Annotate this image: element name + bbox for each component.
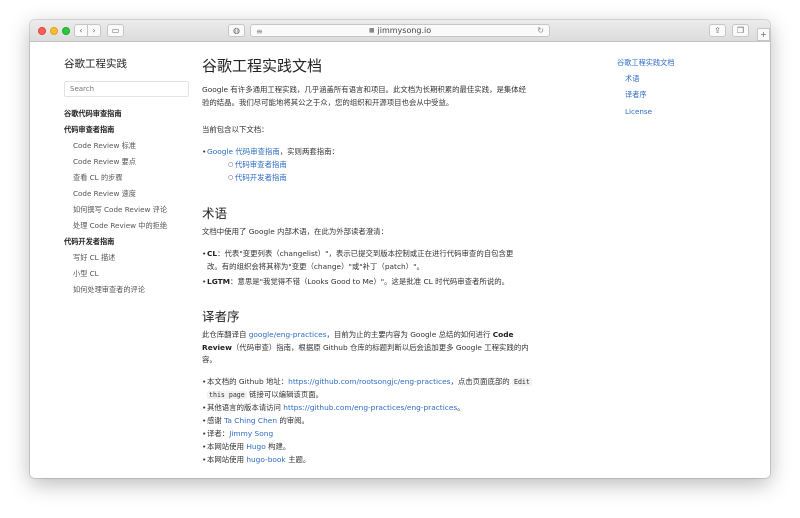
translator-bold-review: Review — [202, 342, 232, 352]
sidebar-item-developer-guide[interactable]: 代码开发者指南 — [64, 237, 114, 247]
translator-paragraph: 此仓库翻译自 google/eng-practices，目前为止的主要内容为 G… — [202, 329, 592, 367]
forward-button[interactable]: › — [87, 24, 101, 37]
address-text: jimmysong.io — [377, 26, 432, 35]
sidebar-item-pushback[interactable]: 处理 Code Review 中的拒绝 — [73, 221, 167, 231]
term-lgtm: LGTM — [207, 277, 231, 286]
toc-item-title[interactable]: 谷歌工程实践文档 — [617, 58, 675, 68]
tabs-icon: ❐ — [736, 25, 745, 35]
list-item: CL：代表"变更列表（changelist）"，表示已提交到版本控制或正在进行代… — [202, 248, 592, 273]
bullet-text: 主题。 — [285, 455, 311, 464]
search-input[interactable] — [64, 81, 189, 97]
toc-item-license[interactable]: License — [625, 107, 652, 116]
term-lgtm-text: ：意思是"我觉得不错（Looks Good to Me）"。这是批准 CL 时代… — [230, 277, 509, 286]
bullet-text: ，点击页面底部的 — [450, 377, 512, 386]
bullet-text: 的审阅。 — [277, 416, 309, 425]
bullet-text: 链接可以编辑该页面。 — [246, 389, 323, 399]
lock-icon: ■ — [368, 27, 375, 34]
github-repo-link[interactable]: https://github.com/rootsongjc/eng-practi… — [288, 377, 450, 386]
translator-bold-code: Code — [492, 330, 514, 339]
translator-heading: 译者序 — [202, 309, 240, 324]
bullet-text: 构建。 — [265, 442, 291, 451]
this-page-code: this page — [207, 390, 247, 399]
sidebar-toggle-button[interactable]: ▭ — [107, 24, 124, 37]
tabs-button[interactable]: ❐ — [732, 24, 749, 37]
bullet-text: 本网站使用 — [207, 442, 247, 451]
list-item: 感谢 Ta Ching Chen 的审阅。 — [202, 415, 592, 428]
new-tab-button[interactable]: + — [757, 28, 770, 41]
translator-text-1a: 此仓库翻译自 — [202, 330, 249, 339]
list-item: 代码开发者指南 — [228, 172, 575, 185]
hugo-book-link[interactable]: hugo-book — [246, 455, 285, 464]
page-content: 谷歌工程实践 谷歌代码审查指南 代码审查者指南 Code Review 标准 C… — [30, 42, 770, 478]
address-bar[interactable]: ≡ ■ jimmysong.io ↻ — [250, 24, 550, 37]
bullet-text: 其他语言的版本请访问 — [207, 403, 284, 412]
list-item: 本网站使用 Hugo 构建。 — [202, 441, 592, 454]
toc-item-translator[interactable]: 译者序 — [625, 90, 647, 100]
sidebar-item-small-cls[interactable]: 小型 CL — [73, 269, 99, 279]
share-button[interactable]: ⇪ — [709, 24, 726, 37]
browser-toolbar: ‹ › ▭ ◍ ≡ ■ jimmysong.io ↻ ⇪ ❐ + — [30, 20, 770, 42]
shield-icon: ◍ — [233, 25, 240, 35]
reviewer-guide-link[interactable]: 代码审查者指南 — [235, 160, 287, 169]
list-item-text: ，实则两套指南： — [279, 147, 339, 156]
edit-code: Edit — [511, 378, 532, 386]
bullet-text: 本文档的 Github 地址： — [207, 377, 289, 386]
intro-paragraph: Google 有许多通用工程实践，几乎涵盖所有语言和项目。此文档为长期积累的最佳… — [202, 84, 592, 109]
reviewer-name-link[interactable]: Ta Ching Chen — [224, 416, 277, 425]
chevron-right-icon: › — [92, 25, 96, 35]
other-languages-link[interactable]: https://github.com/eng-practices/eng-pra… — [283, 403, 457, 412]
list-item: 译者：Jimmy Song — [202, 428, 592, 441]
translator-text-2: （代码审查）指南，根据原 Github 仓库的标题判断以后会追加更多 Googl… — [231, 342, 529, 352]
term-cl: CL — [207, 249, 218, 258]
sidebar-icon: ▭ — [111, 25, 120, 35]
current-docs-text: 当前包含以下文档： — [202, 125, 269, 134]
intro-line-1: Google 有许多通用工程实践，几乎涵盖所有语言和项目。此文档为长期积累的最佳… — [202, 85, 527, 94]
bullet-text: 译者： — [207, 429, 230, 438]
sidebar-item-standard[interactable]: Code Review 标准 — [73, 141, 136, 151]
list-item: Google 代码审查指南，实则两套指南： — [202, 146, 592, 159]
reload-icon[interactable]: ↻ — [537, 26, 544, 35]
browser-window: ‹ › ▭ ◍ ≡ ■ jimmysong.io ↻ ⇪ ❐ + 谷歌工程实践 … — [30, 20, 770, 478]
sidebar-item-comments[interactable]: 如何撰写 Code Review 评论 — [73, 205, 167, 215]
share-icon: ⇪ — [714, 25, 721, 35]
close-window-button[interactable] — [38, 27, 46, 35]
reader-icon[interactable]: ≡ — [256, 27, 263, 36]
terms-intro: 文档中使用了 Google 内部术语，在此为外部读者澄清： — [202, 227, 388, 236]
bullet-text: 感谢 — [207, 416, 225, 425]
intro-line-2: 验的结晶。我们尽可能地将其公之于众，您的组织和开源项目也会从中受益。 — [202, 97, 454, 107]
bullet-text: 。 — [457, 403, 465, 412]
privacy-button[interactable]: ◍ — [228, 24, 245, 37]
sidebar-item-handling-comments[interactable]: 如何处理审查者的评论 — [73, 285, 145, 295]
code-review-guide-link[interactable]: Google 代码审查指南 — [207, 147, 280, 156]
list-item: LGTM：意思是"我觉得不错（Looks Good to Me）"。这是批准 C… — [202, 276, 592, 289]
back-button[interactable]: ‹ — [74, 24, 88, 37]
terminology-heading: 术语 — [202, 206, 228, 221]
list-item: 本网站使用 hugo-book 主题。 — [202, 454, 592, 467]
sidebar-item-code-review-guide[interactable]: 谷歌代码审查指南 — [64, 109, 122, 119]
translator-link[interactable]: Jimmy Song — [229, 429, 273, 438]
translator-text-1b: ，目前为止的主要内容为 Google 总结的如何进行 — [326, 330, 493, 339]
bullet-text: 本网站使用 — [207, 455, 247, 464]
maximize-window-button[interactable] — [62, 27, 70, 35]
sidebar-item-cl-descriptions[interactable]: 写好 CL 描述 — [73, 253, 115, 263]
plus-icon: + — [760, 29, 767, 39]
developer-guide-link[interactable]: 代码开发者指南 — [235, 173, 287, 182]
toc-item-terminology[interactable]: 术语 — [625, 74, 639, 84]
term-cl-text-1: ：代表"变更列表（changelist）"，表示已提交到版本控制或正在进行代码审… — [217, 249, 514, 258]
sidebar-item-speed[interactable]: Code Review 速度 — [73, 189, 136, 199]
list-item: 其他语言的版本请访问 https://github.com/eng-practi… — [202, 402, 592, 415]
minimize-window-button[interactable] — [50, 27, 58, 35]
term-cl-text-2: 改。有的组织会将其称为"变更（change）"或"补丁（patch）"。 — [207, 261, 424, 271]
site-title[interactable]: 谷歌工程实践 — [64, 56, 127, 71]
sidebar-item-navigate-cl[interactable]: 查看 CL 的步骤 — [73, 173, 123, 183]
hugo-link[interactable]: Hugo — [246, 442, 265, 451]
sidebar-item-reviewer-guide[interactable]: 代码审查者指南 — [64, 125, 114, 135]
list-item: 本文档的 Github 地址：https://github.com/rootso… — [202, 376, 592, 401]
eng-practices-link[interactable]: google/eng-practices — [249, 330, 327, 339]
translator-text-3: 容。 — [202, 355, 217, 364]
list-item: 代码审查者指南 — [228, 159, 575, 172]
sidebar-item-looking-for[interactable]: Code Review 要点 — [73, 157, 136, 167]
page-title: 谷歌工程实践文档 — [202, 57, 323, 75]
chevron-left-icon: ‹ — [79, 25, 83, 35]
